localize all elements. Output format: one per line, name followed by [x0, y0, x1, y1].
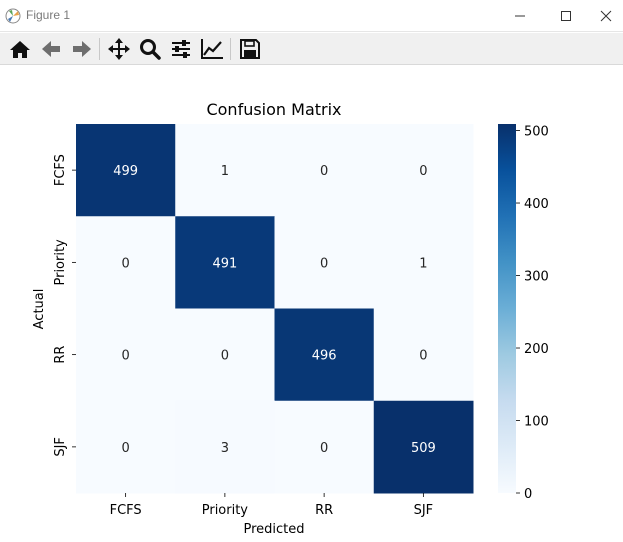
save-button[interactable] — [237, 37, 263, 61]
save-icon — [240, 39, 260, 59]
cell-value-label: 0 — [320, 441, 328, 456]
y-tick-label: SJF — [53, 437, 68, 457]
pan-button[interactable] — [106, 37, 132, 61]
colorbar-tick-label: 0 — [524, 487, 532, 502]
pan-icon — [108, 38, 130, 60]
colorbar-tick-label: 200 — [524, 342, 549, 357]
back-button[interactable] — [38, 37, 64, 61]
colorbar — [498, 124, 516, 493]
edit-axis-icon — [201, 39, 223, 59]
minimize-icon — [515, 15, 525, 17]
forward-arrow-icon — [73, 41, 91, 57]
colorbar-tick-label: 400 — [524, 197, 549, 212]
zoom-icon — [140, 39, 161, 60]
cell-value-label: 0 — [419, 164, 427, 179]
confusion-matrix-chart: Confusion Matrix 499 1 0 00 491 0 10 0 496 00 3 0 50… — [32, 100, 549, 537]
cell-value-label: 0 — [320, 164, 328, 179]
y-tick-label: Priority — [53, 239, 68, 286]
maximize-icon — [561, 11, 571, 21]
close-icon — [600, 10, 612, 22]
cell-value-label: 509 — [411, 441, 436, 456]
cell-value-label: 0 — [221, 349, 229, 364]
y-tick-label: RR — [53, 346, 68, 364]
matplotlib-app-icon — [5, 8, 21, 24]
figure-canvas: Confusion Matrix 499 1 0 0 0 491 0 1 0 0 496 0 0 3 0 50… — [0, 66, 623, 538]
window-titlebar: Figure 1 — [0, 0, 623, 32]
x-tick-label: FCFS — [110, 503, 142, 518]
configure-subplots-button[interactable] — [168, 37, 194, 61]
close-button[interactable] — [589, 0, 623, 32]
y-tick-label: FCFS — [53, 154, 68, 186]
configure-subplots-icon — [172, 40, 190, 58]
cell-value-label: 0 — [320, 256, 328, 271]
colorbar-tick-label: 100 — [524, 415, 549, 430]
cell-value-label: 3 — [221, 441, 229, 456]
navigation-toolbar — [0, 33, 623, 65]
x-tick-label: Priority — [202, 503, 249, 518]
minimize-button[interactable] — [497, 0, 543, 32]
cell-value-label: 0 — [419, 349, 427, 364]
x-axis-label: Predicted — [243, 522, 304, 537]
x-tick-label: SJF — [414, 503, 434, 518]
cell-value-label: 499 — [113, 164, 138, 179]
x-tick-label: RR — [315, 503, 333, 518]
home-button[interactable] — [7, 37, 33, 61]
window-title: Figure 1 — [26, 8, 71, 22]
chart-title: Confusion Matrix — [206, 100, 341, 119]
cell-value-label: 1 — [221, 164, 229, 179]
maximize-button[interactable] — [543, 0, 589, 32]
cell-value-label: 0 — [121, 256, 129, 271]
y-axis-label: Actual — [32, 289, 47, 330]
toolbar-separator — [230, 38, 231, 60]
cell-value-label: 491 — [212, 256, 237, 271]
colorbar-tick-label: 300 — [524, 270, 549, 285]
forward-button[interactable] — [69, 37, 95, 61]
cell-value-label: 0 — [121, 349, 129, 364]
cell-value-label: 0 — [121, 441, 129, 456]
cell-value-label: 1 — [419, 256, 427, 271]
home-icon — [10, 41, 30, 58]
back-arrow-icon — [42, 41, 60, 57]
zoom-button[interactable] — [137, 37, 163, 61]
edit-axis-button[interactable] — [199, 37, 225, 61]
cell-value-label: 496 — [312, 349, 337, 364]
toolbar-separator — [99, 38, 100, 60]
colorbar-tick-label: 500 — [524, 125, 549, 140]
